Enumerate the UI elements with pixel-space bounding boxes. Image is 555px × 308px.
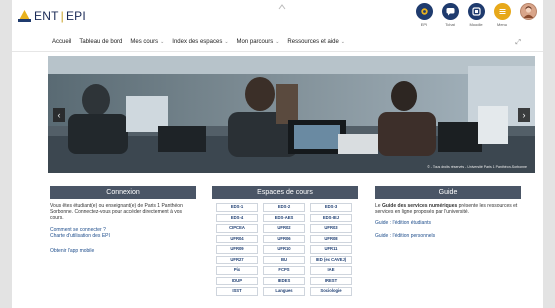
logo-mark-icon bbox=[18, 10, 31, 22]
nav-item-label: Accueil bbox=[52, 39, 72, 45]
header-shortcuts: EPI Tchat Moodle Menu bbox=[411, 3, 541, 27]
espaces-grid: EDS-1 EDS-2 EDS-3 EDS-4 EDS-AES EDS-IEJ CIPCEA… bbox=[212, 199, 358, 296]
espace-cell[interactable]: UFR10 bbox=[263, 245, 305, 254]
nav-item-tableau-de-bord[interactable]: Tableau de bord bbox=[79, 39, 122, 45]
guide-intro-pre: Le bbox=[375, 203, 382, 209]
guide-intro-bold: Guide des services numériques bbox=[381, 203, 458, 209]
epi-shortcut-label: EPI bbox=[420, 22, 428, 27]
espace-cell[interactable]: UFR09 bbox=[216, 245, 258, 254]
guide-students-link[interactable]: Guide : l'édition étudiants bbox=[375, 220, 431, 226]
logo-ent: ENT bbox=[34, 9, 59, 23]
espace-cell[interactable]: UFR08 bbox=[310, 234, 352, 243]
guide-body: Le Guide des services numériques présent… bbox=[375, 199, 521, 239]
espace-cell[interactable]: Langues bbox=[263, 287, 305, 296]
espace-cell[interactable]: EDS-2 bbox=[263, 203, 305, 212]
epi-icon bbox=[415, 3, 433, 20]
nav-item-label: Tableau de bord bbox=[79, 39, 123, 45]
nav-item-accueil[interactable]: Accueil bbox=[52, 39, 71, 45]
espace-cell[interactable]: EDS-IEJ bbox=[310, 213, 352, 222]
espace-cell[interactable]: IED (ex CAVEJ) bbox=[310, 255, 352, 264]
connexion-title: Connexion bbox=[50, 186, 196, 199]
espace-cell[interactable]: EDS-3 bbox=[310, 203, 352, 212]
espace-cell[interactable]: IREST bbox=[310, 276, 352, 285]
guide-staff-link[interactable]: Guide : l'édition personnels bbox=[375, 233, 435, 239]
espace-cell[interactable]: FCPS bbox=[263, 266, 305, 275]
menu-shortcut[interactable]: Menu bbox=[489, 3, 515, 27]
carousel-next-button[interactable]: › bbox=[518, 108, 530, 122]
espace-cell[interactable]: UFR06 bbox=[263, 234, 305, 243]
espaces-title: Espaces de cours bbox=[212, 186, 358, 199]
moodle-shortcut-label: Moodle bbox=[469, 22, 483, 27]
espace-cell[interactable]: EDS-1 bbox=[216, 203, 258, 212]
espace-cell[interactable]: IEDES bbox=[263, 276, 305, 285]
guide-panel: Guide Le Guide des services numériques p… bbox=[375, 186, 521, 242]
site-header: ENT | EPI EPI Tchat Moodle Menu bbox=[12, 0, 543, 36]
nav-item-label: Ressources et aide bbox=[287, 39, 339, 45]
nav-item-mon-parcours[interactable]: Mon parcours ⌄ bbox=[237, 39, 280, 45]
espace-cell[interactable]: ISST bbox=[216, 287, 258, 296]
nav-item-mes-cours[interactable]: Mes cours ⌄ bbox=[130, 39, 164, 45]
photo-credit: © - Tous droits réservés - Université Pa… bbox=[427, 165, 527, 169]
how-to-connect-link[interactable]: Comment se connecter ? bbox=[50, 227, 106, 233]
charter-link[interactable]: Charte d'utilisation des EPI bbox=[50, 233, 110, 239]
nav-items: Accueil Tableau de bord Mes cours ⌄ Index… bbox=[52, 39, 353, 45]
tchat-icon bbox=[441, 3, 459, 20]
espace-cell[interactable]: EDS-4 bbox=[216, 213, 258, 222]
main-nav: Accueil Tableau de bord Mes cours ⌄ Index… bbox=[12, 36, 543, 52]
expand-icon[interactable]: ⤢ bbox=[515, 39, 521, 47]
espace-cell[interactable]: UFR11 bbox=[310, 245, 352, 254]
espace-cell[interactable]: UFR02 bbox=[263, 224, 305, 233]
espace-cell[interactable]: BU bbox=[263, 255, 305, 264]
classroom-photo bbox=[48, 56, 535, 173]
nav-item-label: Index des espaces bbox=[172, 39, 223, 45]
tchat-shortcut[interactable]: Tchat bbox=[437, 3, 463, 27]
chevron-down-icon: ⌄ bbox=[160, 39, 165, 45]
user-menu[interactable] bbox=[515, 3, 541, 27]
nav-item-index-des-espaces[interactable]: Index des espaces ⌄ bbox=[172, 39, 228, 45]
espace-cell[interactable]: UFR03 bbox=[310, 224, 352, 233]
espace-cell[interactable]: UFR04 bbox=[216, 234, 258, 243]
nav-item-label: Mes cours bbox=[130, 39, 159, 45]
guide-title: Guide bbox=[375, 186, 521, 199]
chevron-down-icon: ⌄ bbox=[275, 39, 280, 45]
logo-separator: | bbox=[60, 9, 64, 23]
hero-carousel: ‹ › © - Tous droits réservés - Universit… bbox=[48, 56, 535, 173]
espace-cell[interactable]: IAE bbox=[310, 266, 352, 275]
espace-cell[interactable]: UFR27 bbox=[216, 255, 258, 264]
nav-item-ressources-et-aide[interactable]: Ressources et aide ⌄ bbox=[287, 39, 345, 45]
epi-shortcut[interactable]: EPI bbox=[411, 3, 437, 27]
mobile-app-link[interactable]: Obtenir l'app mobile bbox=[50, 248, 94, 254]
espace-cell[interactable]: Pix bbox=[216, 266, 258, 275]
moodle-shortcut[interactable]: Moodle bbox=[463, 3, 489, 27]
carousel-prev-button[interactable]: ‹ bbox=[53, 108, 65, 122]
espace-cell[interactable]: IDUP bbox=[216, 276, 258, 285]
menu-shortcut-label: Menu bbox=[496, 22, 507, 27]
chevron-down-icon: ⌄ bbox=[340, 39, 345, 45]
connexion-body: Vous êtes étudiant(e) ou enseignant(e) d… bbox=[50, 199, 196, 254]
nav-item-label: Mon parcours bbox=[236, 39, 274, 45]
connexion-intro: Vous êtes étudiant(e) ou enseignant(e) d… bbox=[50, 203, 183, 222]
logo-epi: EPI bbox=[65, 9, 86, 23]
logo-text: ENT | EPI bbox=[34, 9, 86, 23]
espace-cell[interactable]: EDS-AES bbox=[263, 213, 305, 222]
guide-intro: Le Guide des services numériques présent… bbox=[375, 203, 521, 215]
connexion-panel: Connexion Vous êtes étudiant(e) ou ensei… bbox=[50, 186, 196, 257]
collapse-header-icon[interactable] bbox=[278, 3, 286, 11]
moodle-icon bbox=[467, 3, 485, 20]
menu-icon bbox=[493, 3, 511, 20]
tchat-shortcut-label: Tchat bbox=[445, 22, 455, 27]
chevron-down-icon: ⌄ bbox=[224, 39, 229, 45]
espaces-panel: Espaces de cours EDS-1 EDS-2 EDS-3 EDS-4 EDS… bbox=[212, 186, 358, 296]
avatar bbox=[519, 3, 537, 20]
espace-cell[interactable]: CIPCEA bbox=[216, 224, 258, 233]
page: ENT | EPI EPI Tchat Moodle Menu Accueil … bbox=[12, 0, 543, 308]
ent-epi-logo[interactable]: ENT | EPI bbox=[18, 9, 86, 23]
espace-cell[interactable]: Sociologie bbox=[310, 287, 352, 296]
